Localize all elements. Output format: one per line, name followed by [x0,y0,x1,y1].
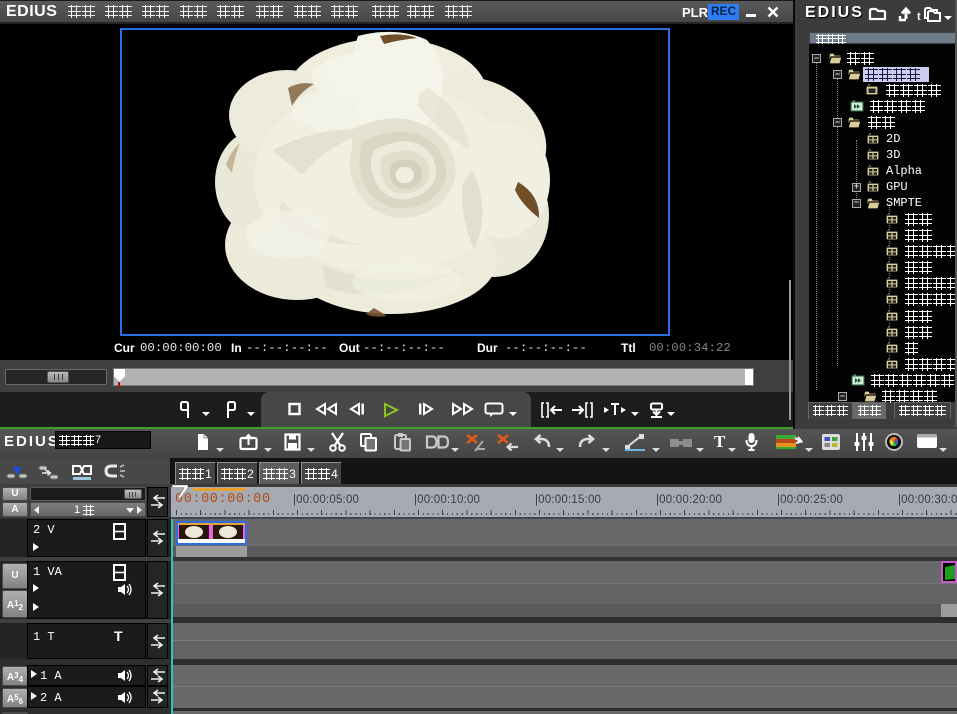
svg-text:t: t [917,11,921,23]
